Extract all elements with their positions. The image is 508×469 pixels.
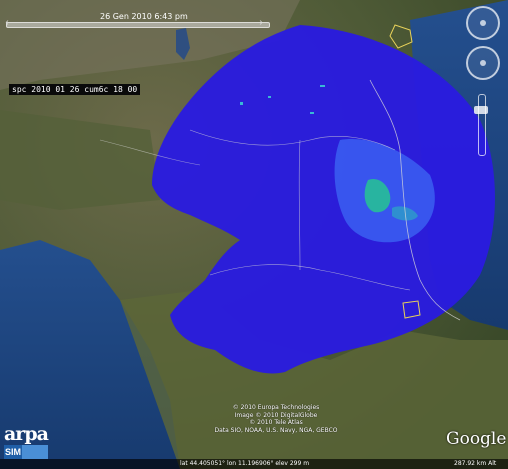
time-slider[interactable]: 26 Gen 2010 6:43 pm ‹ › xyxy=(0,0,270,44)
radar-speck xyxy=(310,112,314,114)
time-slider-track[interactable] xyxy=(6,22,270,28)
status-bar: lat 44.405051° lon 11.196906° elev 299 m… xyxy=(0,459,508,469)
navigation-controls[interactable] xyxy=(464,6,504,166)
satellite-map[interactable] xyxy=(0,0,508,469)
logo-bar xyxy=(22,445,48,459)
logo-sub: SIM xyxy=(4,445,22,459)
zoom-slider-knob[interactable] xyxy=(474,106,488,114)
radar-speck xyxy=(240,102,243,105)
google-logo: Google xyxy=(446,429,507,449)
radar-speck xyxy=(268,96,271,98)
logo-text: arpa xyxy=(4,423,49,445)
time-label: 26 Gen 2010 6:43 pm xyxy=(100,12,188,21)
radar-speck xyxy=(320,85,325,87)
chevron-left-icon[interactable]: ‹ xyxy=(2,16,12,30)
chevron-right-icon[interactable]: › xyxy=(256,16,266,30)
attribution-line: Image © 2010 DigitalGlobe xyxy=(234,411,318,419)
map-viewport[interactable]: 26 Gen 2010 6:43 pm ‹ › spc 2010 01 26 c… xyxy=(0,0,508,469)
attribution-line: © 2010 Tele Atlas xyxy=(249,419,303,426)
zoom-slider-icon[interactable] xyxy=(478,94,486,156)
map-attribution: © 2010 Europa Technologies Image © 2010 … xyxy=(196,404,356,434)
compass-ring-icon[interactable] xyxy=(466,6,500,40)
cursor-coordinates: lat 44.405051° lon 11.196906° elev 299 m xyxy=(180,460,310,467)
attribution-line: Data SIO, NOAA, U.S. Navy, NGA, GEBCO xyxy=(214,426,338,434)
arpa-logo: arpa SIM xyxy=(0,423,52,463)
eye-altitude: 287.92 km Alt xyxy=(454,460,497,467)
overlay-label: spc 2010 01 26 cum6c 18 00 xyxy=(9,84,141,95)
move-ring-icon[interactable] xyxy=(466,46,500,80)
attribution-line: © 2010 Europa Technologies xyxy=(232,404,320,411)
